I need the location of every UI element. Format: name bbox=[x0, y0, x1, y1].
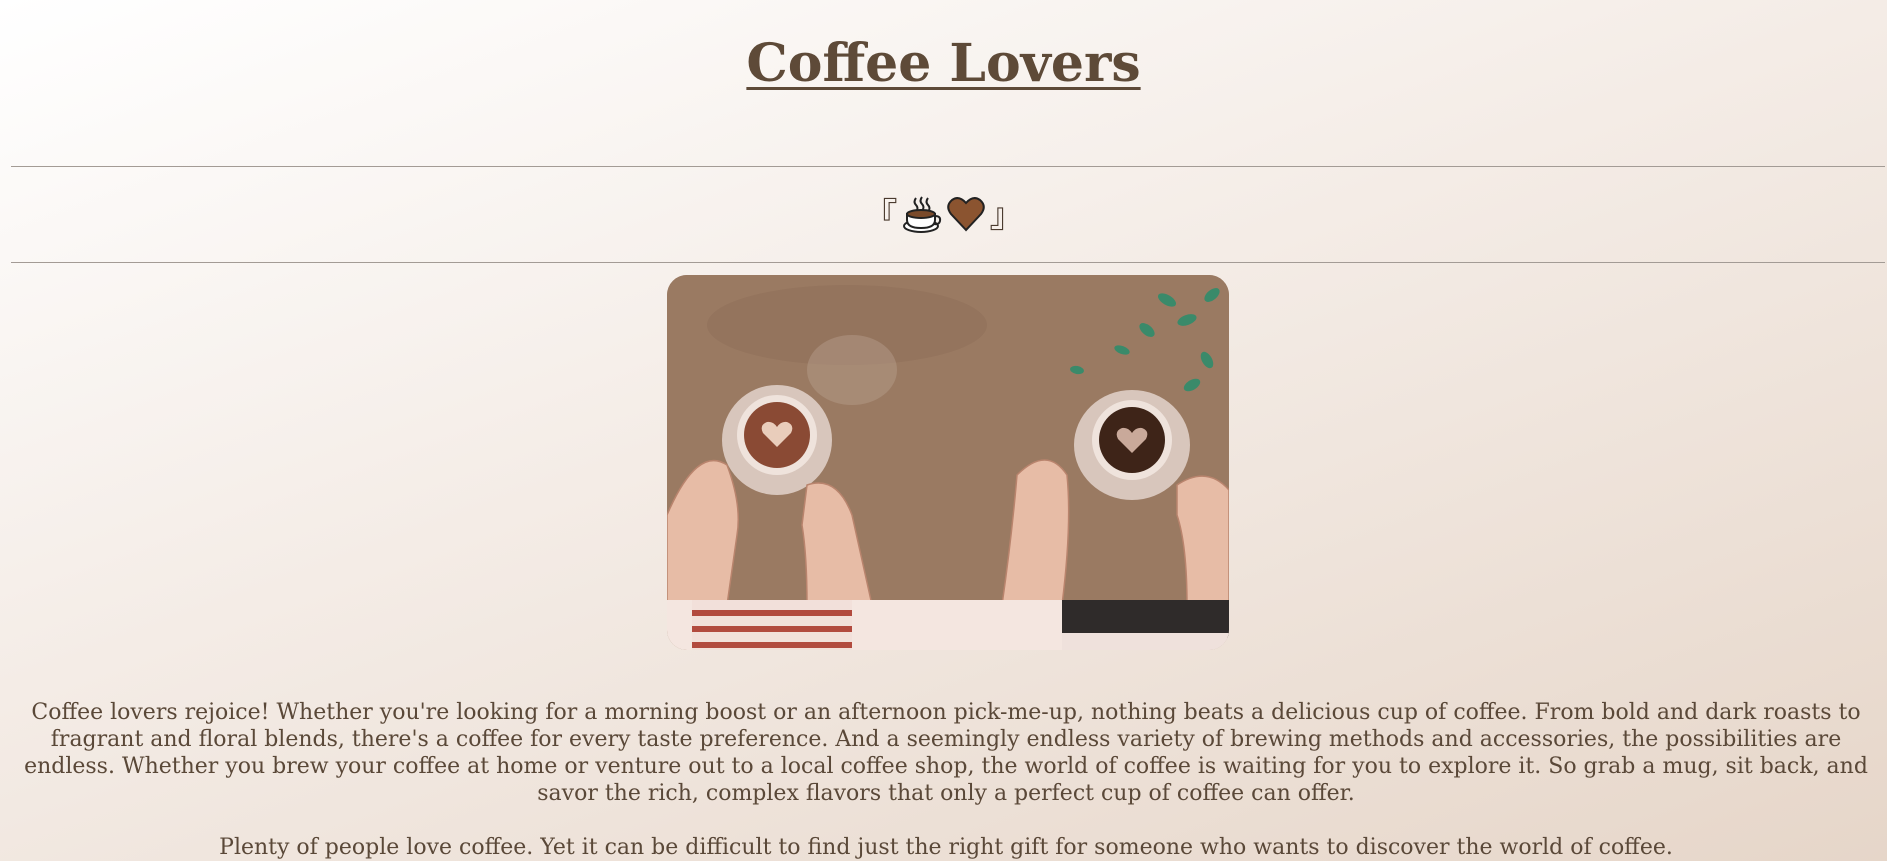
right-corner-bracket: 』 bbox=[989, 196, 1024, 236]
page-title: Coffee Lovers bbox=[746, 33, 1141, 94]
gift-paragraph: Plenty of people love coffee. Yet it can… bbox=[219, 835, 1673, 860]
divider-top bbox=[11, 166, 1885, 167]
emoji-divider: 『 』 bbox=[0, 194, 1887, 238]
brown-heart-icon bbox=[946, 194, 986, 238]
coffee-cup-icon bbox=[902, 194, 942, 238]
coffee-couple-illustration bbox=[667, 275, 1229, 650]
divider-bottom bbox=[11, 262, 1885, 263]
intro-paragraph: Coffee lovers rejoice! Whether you're lo… bbox=[24, 700, 1868, 806]
left-corner-bracket: 『 bbox=[863, 196, 898, 236]
